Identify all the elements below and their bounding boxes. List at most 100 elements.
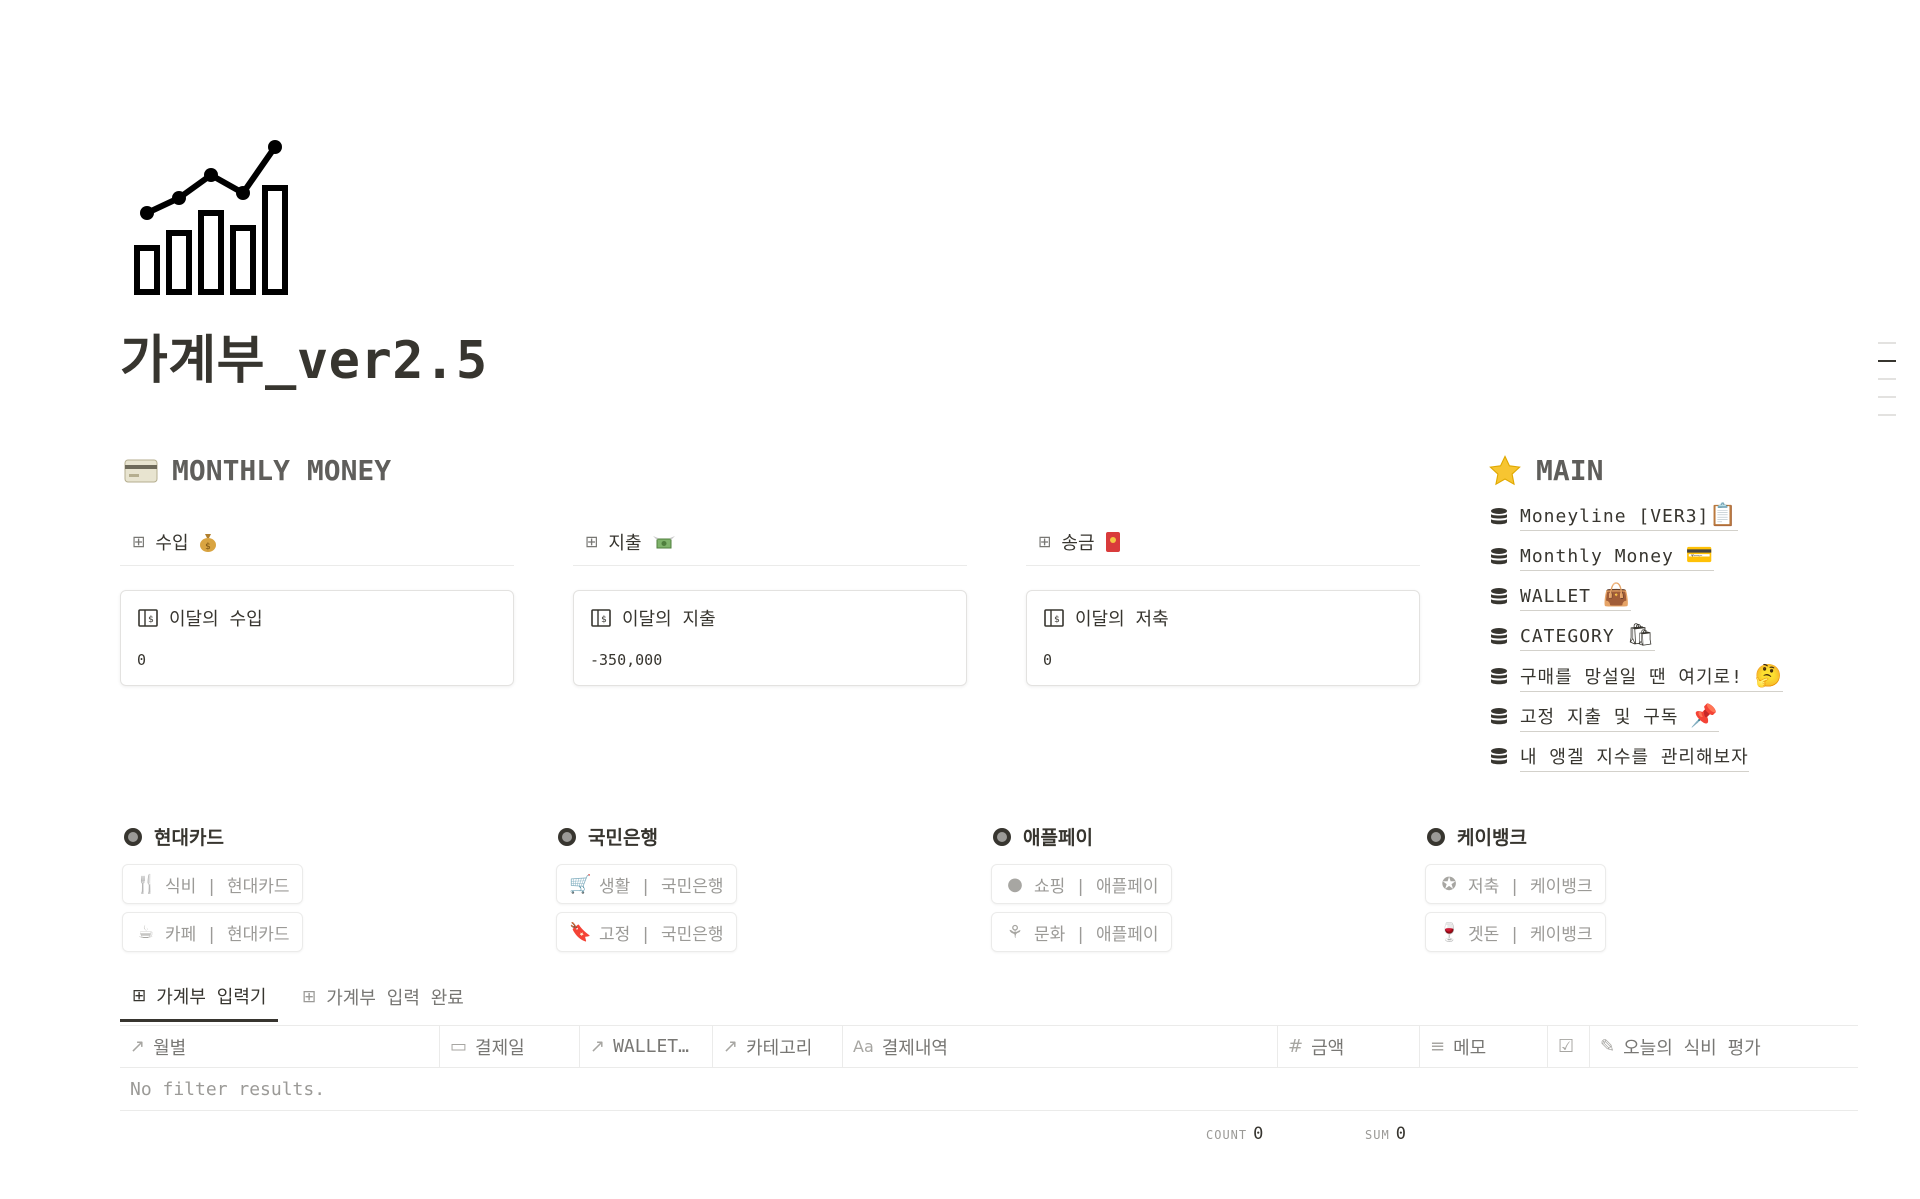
chip-savings-kbank[interactable]: ✪ 저축 | 케이뱅크 — [1425, 864, 1606, 904]
sum-calculation[interactable]: SUM 0 — [1365, 1124, 1406, 1144]
page-title: 가계부_ver2.5 — [120, 331, 488, 391]
calculator-book-icon: $ — [591, 609, 611, 627]
pushpin-icon: 📌 — [1690, 703, 1719, 729]
chip-fixed-kookmin[interactable]: 🔖 고정 | 국민은행 — [556, 912, 737, 952]
handbag-icon: 👜 — [1602, 583, 1632, 608]
svg-text:$: $ — [148, 615, 154, 625]
grid-view-icon: ⊞ — [132, 532, 146, 551]
link-category[interactable]: CATEGORY 🛍 — [1490, 617, 1850, 657]
expense-tab-label: 지출 — [608, 532, 642, 554]
chip-shopping-applepay[interactable]: ● 쇼핑 | 애플페이 — [991, 864, 1172, 904]
column-amount[interactable]: # 금액 — [1278, 1026, 1420, 1067]
transfer-view-tab[interactable]: ⊞ 송금 — [1026, 518, 1420, 566]
chip-food-hyundai[interactable]: 🍴 식비 | 현대카드 — [122, 864, 303, 904]
chip-label: 겟돈 | 케이뱅크 — [1468, 924, 1593, 945]
relation-arrow-icon: ↗ — [130, 1036, 146, 1057]
column-label: 메모 — [1453, 1037, 1487, 1059]
expense-view-tab[interactable]: ⊞ 지출 — [573, 518, 967, 566]
income-tab-label: 수입 — [155, 532, 189, 554]
main-heading: MAIN — [1488, 454, 1603, 487]
money-wings-icon — [652, 535, 675, 548]
link-purchase-hesitation[interactable]: 구매를 망설일 땐 여기로! 🤔 — [1490, 657, 1850, 697]
link-moneyline-label: Moneyline [VER3] — [1520, 506, 1710, 527]
chart-bars-line-icon — [134, 140, 288, 295]
bank-title: 케이뱅크 — [1427, 823, 1527, 850]
bank-name: 현대카드 — [154, 827, 224, 849]
column-payment-date[interactable]: ▭ 결제일 — [440, 1026, 580, 1067]
bank-name: 국민은행 — [588, 827, 658, 849]
count-value: 0 — [1253, 1124, 1264, 1144]
shopping-cart-icon: 🛒 — [569, 873, 592, 895]
shopping-bags-icon: 🛍 — [1626, 623, 1656, 648]
chip-label: 쇼핑 | 애플페이 — [1034, 876, 1159, 897]
empty-results-text: No filter results. — [130, 1078, 326, 1100]
monthly-expense-card[interactable]: $ 이달의 지출 -350,000 — [573, 590, 967, 686]
link-wallet[interactable]: WALLET 👜 — [1490, 577, 1850, 617]
expense-view: ⊞ 지출 — [573, 518, 967, 566]
link-category-label: CATEGORY — [1520, 626, 1615, 647]
bank-title: 현대카드 — [124, 823, 224, 850]
column-payment-detail[interactable]: Aa 결제내역 — [843, 1026, 1278, 1067]
chip-label: 저축 | 케이뱅크 — [1468, 876, 1593, 897]
monthly-income-card[interactable]: $ 이달의 수입 0 — [120, 590, 514, 686]
monthly-savings-title: 이달의 저축 — [1075, 609, 1169, 630]
column-month[interactable]: ↗ 월별 — [120, 1026, 440, 1067]
grid-view-icon: ⊞ — [1038, 532, 1052, 551]
count-calculation[interactable]: COUNT 0 — [1206, 1124, 1263, 1144]
table-view-icon: ⊞ — [132, 985, 147, 1006]
radio-button-icon — [558, 827, 576, 846]
database-icon — [1491, 628, 1507, 645]
monthly-income-value: 0 — [137, 651, 147, 669]
chip-label: 카페 | 현대카드 — [165, 924, 290, 945]
text-aa-icon: Aa — [853, 1037, 874, 1056]
column-memo[interactable]: ≡ 메모 — [1420, 1026, 1548, 1067]
column-label: 월별 — [153, 1037, 187, 1059]
bank-title: 애플페이 — [993, 823, 1093, 850]
database-icon — [1491, 748, 1507, 765]
pencil-icon: ✎ — [1600, 1036, 1616, 1057]
column-food-rating[interactable]: ✎ 오늘의 식비 평가 — [1590, 1026, 1858, 1067]
monthly-expense-title: 이달의 지출 — [622, 609, 716, 630]
main-links-list: Moneyline [VER3]📋 Monthly Money 💳 WALLET… — [1490, 497, 1850, 777]
chip-label: 식비 | 현대카드 — [165, 876, 290, 897]
checkbox-icon: ☑ — [1558, 1036, 1575, 1057]
link-engel-index-label: 내 앵겔 지수를 관리해보자 — [1520, 746, 1749, 768]
tab-ledger-input-label: 가계부 입력기 — [156, 986, 267, 1008]
star-badge-icon: ✪ — [1441, 873, 1457, 895]
link-engel-index[interactable]: 내 앵겔 지수를 관리해보자 — [1490, 737, 1850, 777]
transfer-tab-label: 송금 — [1061, 532, 1095, 554]
chip-getdon-kbank[interactable]: 🍷 겟돈 | 케이뱅크 — [1425, 912, 1606, 952]
relation-arrow-icon: ↗ — [590, 1036, 606, 1057]
column-checkbox[interactable]: ☑ — [1548, 1026, 1590, 1067]
column-wallet[interactable]: ↗ WALLET… — [580, 1026, 713, 1067]
table-view-icon: ⊞ — [302, 987, 317, 1007]
income-view-tab[interactable]: ⊞ 수입 $ — [120, 518, 514, 566]
chip-cafe-hyundai[interactable]: ☕ 카페 | 현대카드 — [122, 912, 303, 952]
palm-tree-icon: ⚘ — [1006, 921, 1024, 943]
bank-title: 국민은행 — [558, 823, 658, 850]
monthly-expense-value: -350,000 — [590, 651, 663, 669]
bank-column-applepay: 애플페이 — [993, 823, 1093, 850]
monthly-savings-card[interactable]: $ 이달의 저축 0 — [1026, 590, 1420, 686]
bank-name: 케이뱅크 — [1457, 827, 1527, 849]
database-icon — [1491, 708, 1507, 725]
database-icon — [1491, 588, 1507, 605]
svg-text:$: $ — [205, 542, 211, 552]
tab-ledger-input[interactable]: ⊞ 가계부 입력기 — [120, 972, 279, 1022]
sum-label: SUM — [1365, 1128, 1390, 1142]
credit-card-icon: 💳 — [1685, 543, 1715, 568]
database-icon — [1491, 668, 1507, 685]
column-category[interactable]: ↗ 카테고리 — [713, 1026, 843, 1067]
chip-living-kookmin[interactable]: 🛒 생활 | 국민은행 — [556, 864, 737, 904]
column-label: 금액 — [1311, 1037, 1345, 1059]
chip-culture-applepay[interactable]: ⚘ 문화 | 애플페이 — [991, 912, 1172, 952]
tab-ledger-complete[interactable]: ⊞ 가계부 입력 완료 — [290, 972, 476, 1022]
link-monthly-money-label: Monthly Money — [1520, 546, 1674, 567]
link-monthly-money[interactable]: Monthly Money 💳 — [1490, 537, 1850, 577]
link-fixed-expenses[interactable]: 고정 지출 및 구독 📌 — [1490, 697, 1850, 737]
wine-bottle-icon: 🍷 — [1438, 921, 1461, 943]
star-icon — [1489, 454, 1521, 485]
link-moneyline[interactable]: Moneyline [VER3]📋 — [1490, 497, 1850, 537]
bank-name: 애플페이 — [1023, 827, 1093, 849]
link-wallet-label: WALLET — [1520, 586, 1592, 607]
